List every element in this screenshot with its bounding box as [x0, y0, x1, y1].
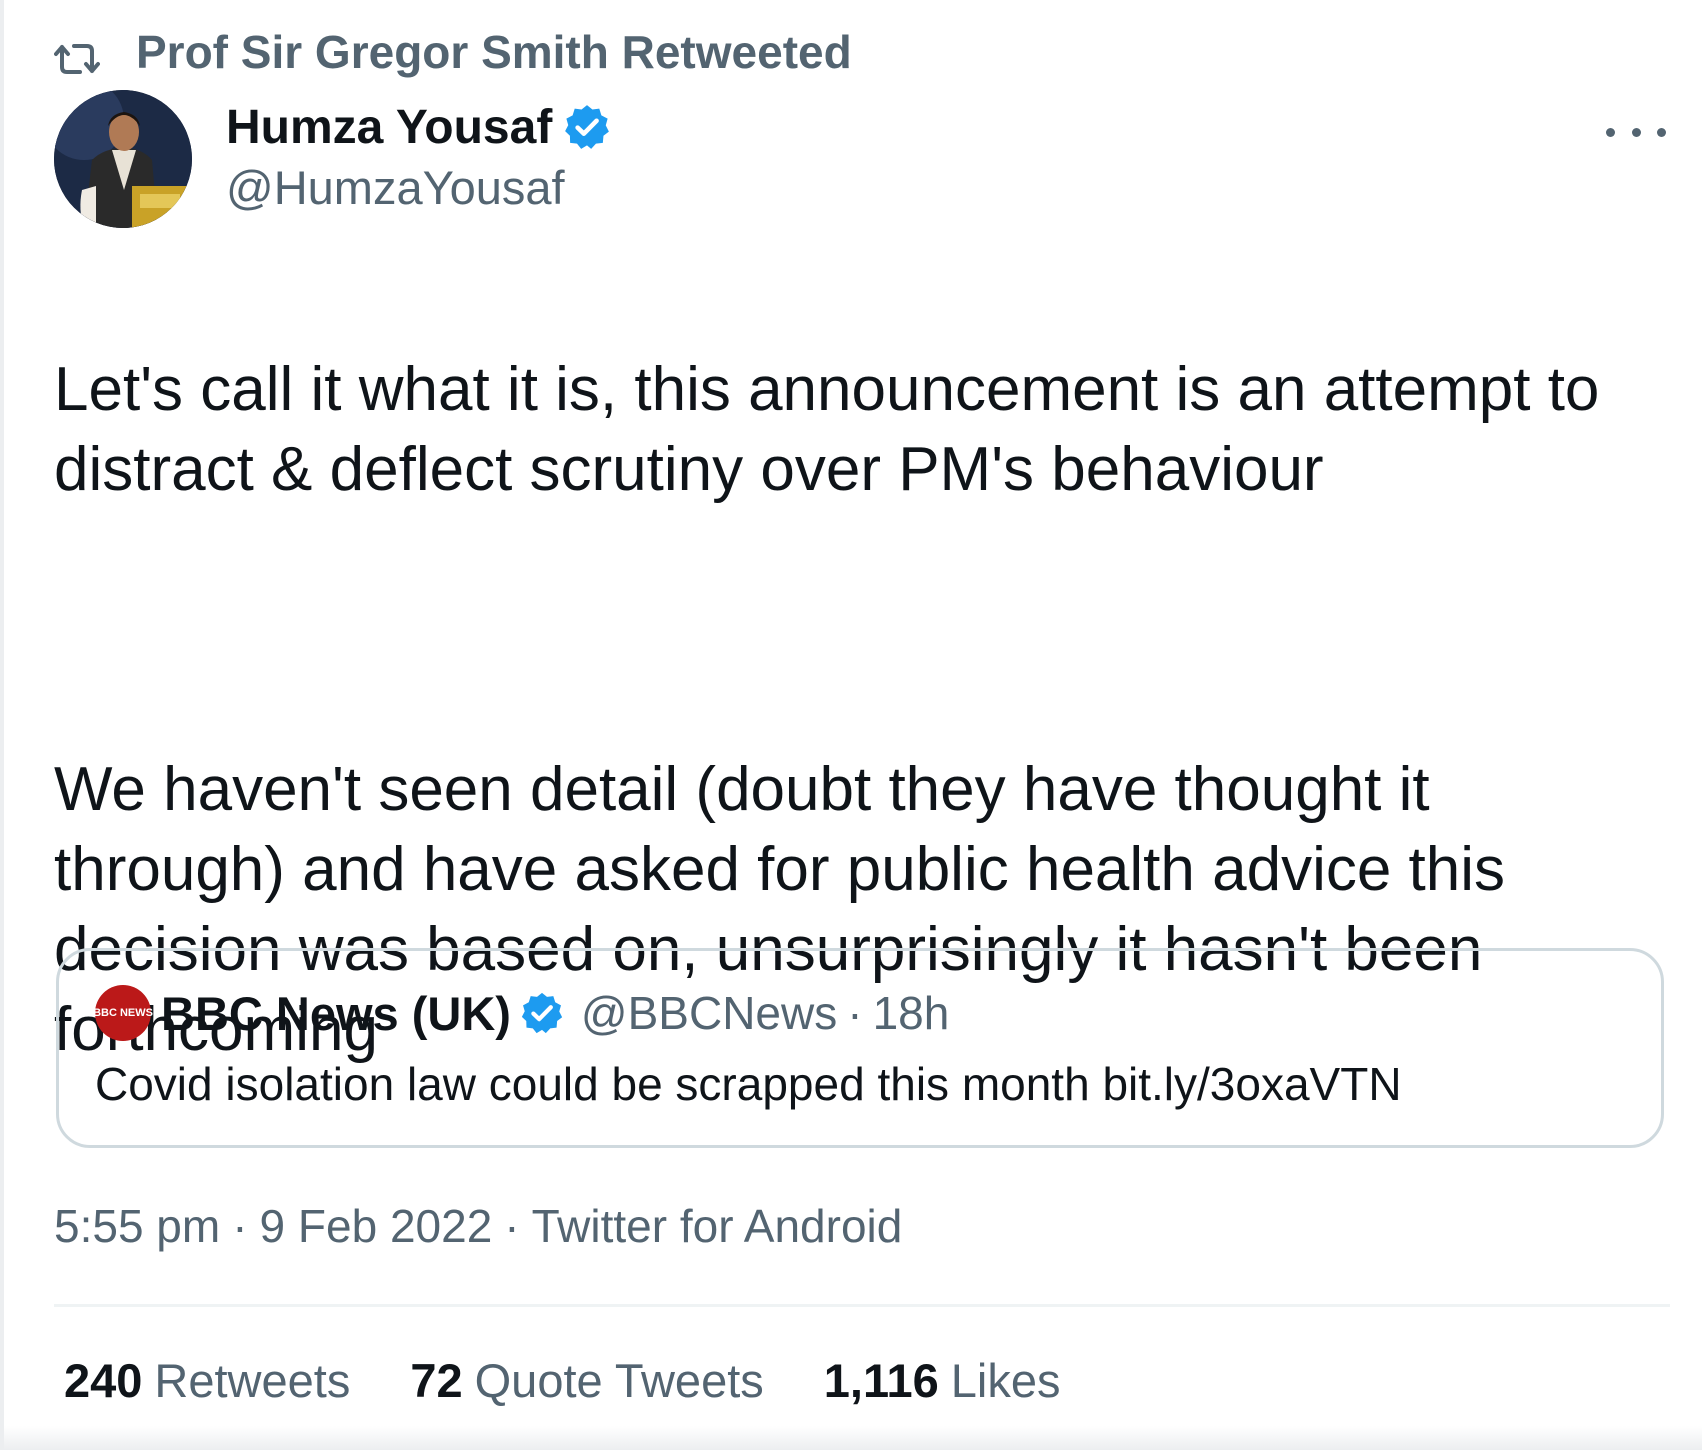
tweet-stats: 240 Retweets 72 Quote Tweets 1,116 Likes [64, 1350, 1121, 1410]
bbc-news-avatar: BBC NEWS [93, 985, 153, 1041]
author-avatar[interactable] [54, 90, 192, 228]
author-block: Humza Yousaf @HumzaYousaf [226, 98, 612, 215]
divider [54, 1304, 1670, 1307]
tweet-meta: 5:55 pm · 9 Feb 2022 · Twitter for Andro… [54, 1196, 902, 1256]
verified-badge-icon [562, 102, 612, 152]
retweets-stat[interactable]: 240 Retweets [64, 1353, 350, 1408]
quoted-tweet-card[interactable]: BBC NEWS BBC News (UK) @BBCNews · 18h Co… [56, 948, 1664, 1148]
bottom-edge [4, 1426, 1702, 1450]
retweets-count: 240 [64, 1353, 143, 1407]
likes-count: 1,116 [823, 1353, 939, 1407]
quote-tweets-stat[interactable]: 72 Quote Tweets [410, 1353, 763, 1408]
likes-label: Likes [950, 1353, 1061, 1407]
more-options-icon[interactable] [1606, 112, 1666, 152]
separator-dot: · [232, 1200, 248, 1252]
retweet-context-label: Prof Sir Gregor Smith Retweeted [136, 26, 852, 78]
author-handle[interactable]: @HumzaYousaf [226, 160, 612, 215]
bbc-avatar-label: BBC NEWS [93, 1006, 153, 1019]
quoted-tweet-header: BBC NEWS BBC News (UK) @BBCNews · 18h [93, 983, 950, 1043]
quoted-tweet-text: Covid isolation law could be scrapped th… [95, 1058, 1402, 1110]
author-name[interactable]: Humza Yousaf [226, 100, 552, 155]
tweet-detail-view: Prof Sir Gregor Smith Retweeted Humza Yo… [0, 0, 1702, 1450]
more-dot [1657, 127, 1666, 137]
quoted-tweet-time: 18h [872, 987, 950, 1039]
quote-tweets-count: 72 [410, 1353, 463, 1407]
tweet-source[interactable]: Twitter for Android [532, 1199, 903, 1253]
tweet-paragraph-1: Let's call it what it is, this announcem… [54, 355, 1600, 504]
tweet-date[interactable]: 9 Feb 2022 [260, 1199, 493, 1253]
likes-stat[interactable]: 1,116 Likes [824, 1353, 1061, 1408]
tweet-time[interactable]: 5:55 pm [54, 1199, 220, 1253]
retweet-context[interactable]: Prof Sir Gregor Smith Retweeted [54, 22, 852, 82]
more-dot [1631, 127, 1641, 137]
retweet-icon [54, 34, 100, 74]
retweets-label: Retweets [154, 1353, 351, 1407]
verified-badge-icon [519, 990, 565, 1036]
separator-dot: · [847, 987, 863, 1039]
separator-dot: · [504, 1200, 520, 1252]
quoted-author-name: BBC News (UK) [161, 986, 511, 1040]
more-dot [1606, 127, 1615, 137]
quoted-author-handle: @BBCNews [580, 987, 838, 1039]
quote-tweets-label: Quote Tweets [474, 1353, 764, 1407]
